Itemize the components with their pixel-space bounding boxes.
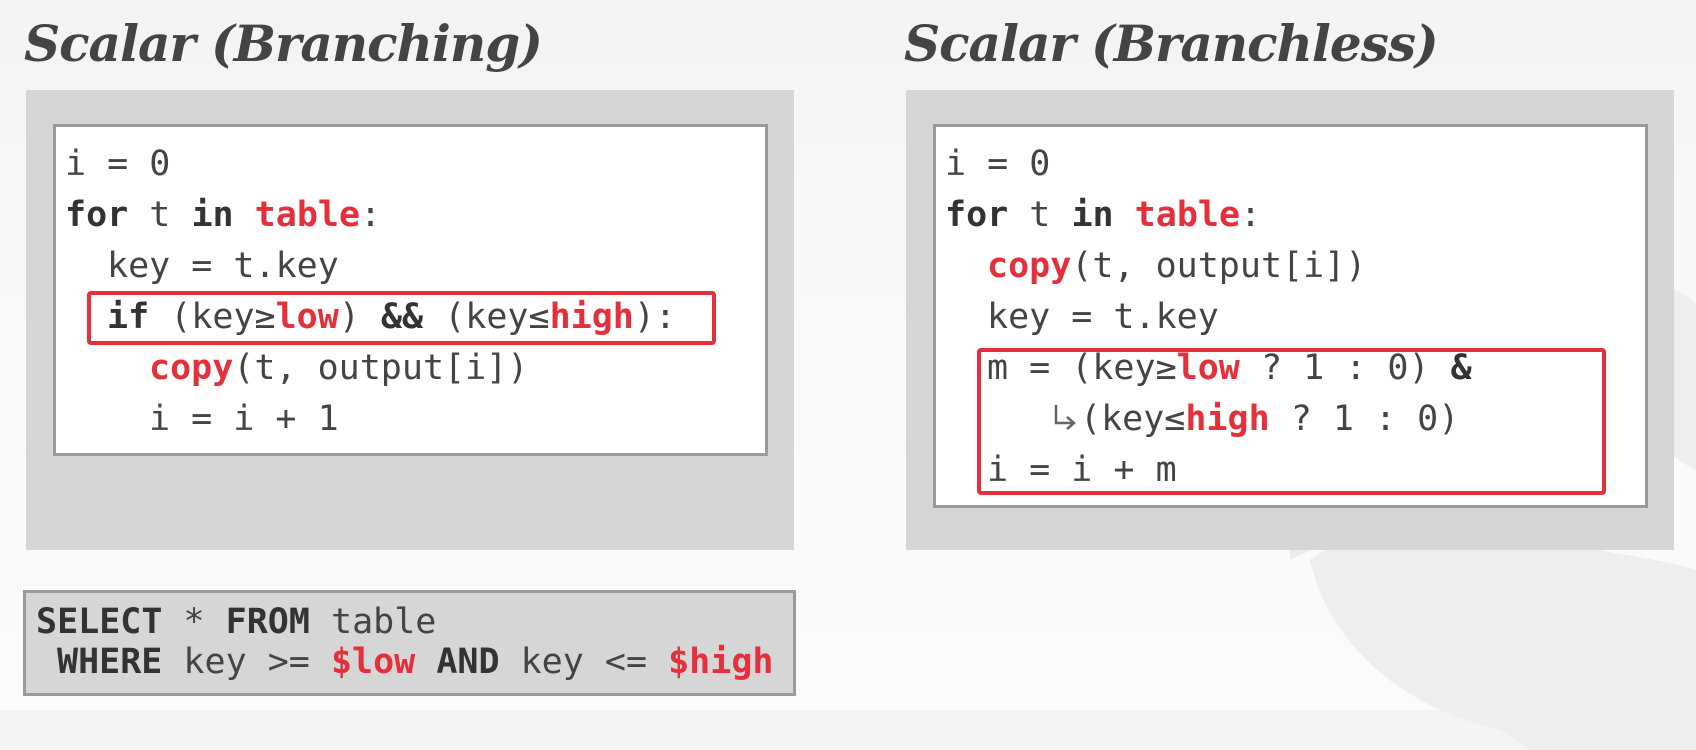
code-line: i = 0 (945, 144, 1051, 184)
sql-keyword-select: SELECT (36, 602, 163, 642)
code-line: copy(t, output[i]) (987, 242, 1366, 290)
branchless-panel: i = 0 for t in table: copy(t, output[i])… (906, 90, 1674, 550)
sql-text: key >= (162, 642, 331, 682)
operator-and: && (380, 297, 424, 337)
code-line: m = (key≥low ? 1 : 0) & (987, 344, 1472, 392)
branching-panel: i = 0 for t in table: key = t.key if (ke… (26, 90, 794, 550)
sql-line: WHERE key >= $low AND key <= $high (57, 642, 773, 682)
keyword-in: in (1071, 195, 1114, 235)
sql-param-low: $low (330, 642, 416, 682)
sql-keyword-and: AND (436, 642, 500, 682)
line-continuation-arrow-icon (1054, 405, 1076, 430)
keyword-copy: copy (987, 246, 1072, 286)
code-line: (key≤high ? 1 : 0) (1050, 395, 1459, 443)
sql-keyword-where: WHERE (57, 642, 163, 682)
code-text: m = (key≥ (987, 348, 1177, 388)
keyword-for: for (945, 195, 1009, 235)
keyword-high: high (1185, 399, 1270, 439)
code-text: ): (633, 297, 677, 337)
keyword-if: if (107, 297, 150, 337)
sql-param-high: $high (668, 642, 774, 682)
sql-query-box: SELECT * FROM table WHERE key >= $low AN… (23, 590, 796, 696)
code-text: t (128, 195, 192, 235)
code-text: ) (338, 297, 381, 337)
keyword-low: low (275, 297, 339, 337)
sql-keyword-from: FROM (225, 602, 310, 642)
code-line: for t in table: (65, 191, 381, 239)
code-text: : (1240, 195, 1262, 235)
code-text: ? 1 : 0) (1269, 399, 1460, 439)
keyword-copy: copy (149, 348, 234, 388)
code-text: (key≤ (1080, 399, 1186, 439)
title-branchless: Scalar (Branchless) (904, 14, 1439, 73)
sql-text: key <= (499, 642, 669, 682)
keyword-low: low (1176, 348, 1240, 388)
keyword-in: in (191, 195, 234, 235)
branchless-code-box: i = 0 for t in table: copy(t, output[i])… (933, 124, 1648, 508)
keyword-high: high (549, 297, 634, 337)
code-line: copy(t, output[i]) (149, 344, 528, 392)
operator-bitwise-and: & (1450, 348, 1472, 388)
code-line: i = 0 (65, 144, 171, 184)
title-branching: Scalar (Branching) (24, 14, 543, 73)
code-line: key = t.key (987, 297, 1219, 337)
code-text: t (1008, 195, 1072, 235)
keyword-table: table (254, 195, 361, 235)
sql-line: SELECT * FROM table (36, 602, 436, 642)
keyword-table: table (1134, 195, 1241, 235)
code-text: (key≤ (423, 297, 550, 337)
code-text: (t, output[i]) (1071, 246, 1367, 286)
code-line: for t in table: (945, 191, 1261, 239)
sql-text: table (309, 602, 437, 642)
sql-text: * (162, 602, 226, 642)
code-text: (t, output[i]) (233, 348, 529, 388)
code-line: key = t.key (107, 246, 339, 286)
code-text: : (360, 195, 382, 235)
keyword-for: for (65, 195, 129, 235)
code-line: if (key≥low) && (key≤high): (107, 293, 676, 341)
branching-code-box: i = 0 for t in table: key = t.key if (ke… (53, 124, 768, 456)
code-line: i = i + 1 (149, 399, 339, 439)
code-text: (key≥ (149, 297, 276, 337)
code-line: i = i + m (987, 450, 1177, 490)
code-text: ? 1 : 0) (1239, 348, 1451, 388)
